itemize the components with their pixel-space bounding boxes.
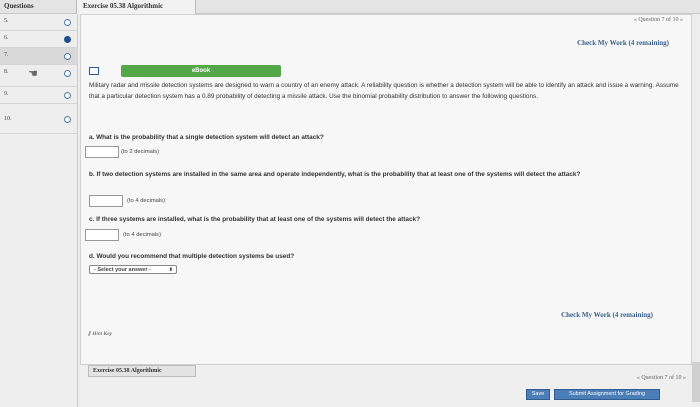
part-c-prompt: c. If three systems are installed, what …: [89, 215, 659, 224]
part-b-prompt: b. If two detection systems are installe…: [89, 170, 659, 179]
ebook-button[interactable]: eBook: [121, 65, 281, 77]
part-a-prompt: a. What is the probability that a single…: [89, 133, 659, 142]
tab-title: Exercise 05.38 Algorithmic: [83, 2, 164, 10]
answer-d-select[interactable]: - Select your answer - ⬍: [89, 265, 177, 274]
save-button[interactable]: Save: [526, 389, 550, 400]
question-number: 7.: [4, 52, 9, 58]
footer: Exercise 05.38 Algorithmic « Question 7 …: [80, 364, 692, 407]
part-d-prompt: d. Would you recommend that multiple det…: [89, 252, 659, 261]
footer-question-nav[interactable]: « Question 7 of 10 »: [637, 375, 686, 381]
submit-assignment-button[interactable]: Submit Assignment for Grading: [554, 389, 660, 400]
status-open-icon: [64, 70, 71, 77]
hint-b: (to 4 decimals): [127, 198, 166, 204]
question-number: 5.: [4, 18, 9, 24]
question-sidebar: 5. 6. 7. 8. ☚ 9. 10.: [0, 14, 78, 407]
sidebar-item-10[interactable]: 10.: [0, 104, 78, 134]
answer-a-input[interactable]: [85, 146, 119, 158]
answer-b-input[interactable]: [89, 195, 123, 207]
status-open-icon: [64, 92, 71, 99]
part-b-text: b. If two detection systems are installe…: [89, 171, 581, 178]
question-panel: « Question 7 of 10 » Check My Work (4 re…: [80, 14, 692, 384]
sidebar-item-7[interactable]: 7.: [0, 48, 78, 65]
status-open-icon: [64, 53, 71, 60]
hint-a: (to 2 decimals): [121, 149, 160, 155]
part-d-text: d. Would you recommend that multiple det…: [89, 253, 295, 260]
hint-c: (to 4 decimals): [123, 232, 162, 238]
chevron-down-icon: ⬍: [168, 267, 173, 273]
status-filled-icon: [64, 36, 71, 43]
question-number: 9.: [4, 91, 9, 97]
part-c-text: c. If three systems are installed, what …: [89, 216, 420, 223]
question-number: 10.: [4, 116, 12, 122]
part-a-text: a. What is the probability that a single…: [89, 134, 324, 141]
status-open-icon: [64, 19, 71, 26]
footer-tab[interactable]: Exercise 05.38 Algorithmic: [88, 365, 196, 377]
status-open-icon: [64, 116, 71, 123]
ebook-icon: [89, 67, 99, 75]
answer-c-input[interactable]: [85, 229, 119, 241]
tab-exercise[interactable]: Exercise 05.38 Algorithmic: [76, 0, 196, 14]
window-edge: [692, 362, 700, 402]
hand-pointer-icon: ☚: [28, 68, 38, 80]
top-bar: Questions Exercise 05.38 Algorithmic: [0, 0, 700, 14]
hint-key-label: Hint Key: [92, 331, 113, 337]
footer-tab-title: Exercise 05.38 Algorithmic: [93, 368, 162, 374]
select-value: - Select your answer -: [94, 267, 151, 273]
question-number: 6.: [4, 35, 9, 41]
hint-key-link[interactable]: ⚷ Hint Key: [87, 331, 112, 337]
check-my-work-link[interactable]: Check My Work (4 remaining): [577, 39, 669, 47]
sidebar-item-8[interactable]: 8. ☚: [0, 65, 78, 87]
sidebar-item-6[interactable]: 6.: [0, 31, 78, 48]
question-number: 8.: [4, 69, 9, 75]
problem-intro: Military radar and missile detection sys…: [89, 82, 679, 100]
questions-header: Questions: [4, 2, 34, 10]
sidebar-item-9[interactable]: 9.: [0, 87, 78, 104]
sidebar-item-5[interactable]: 5.: [0, 14, 78, 31]
check-my-work-link-bottom[interactable]: Check My Work (4 remaining): [561, 311, 653, 319]
ebook-label: eBook: [191, 68, 211, 74]
question-nav[interactable]: « Question 7 of 10 »: [634, 17, 683, 23]
